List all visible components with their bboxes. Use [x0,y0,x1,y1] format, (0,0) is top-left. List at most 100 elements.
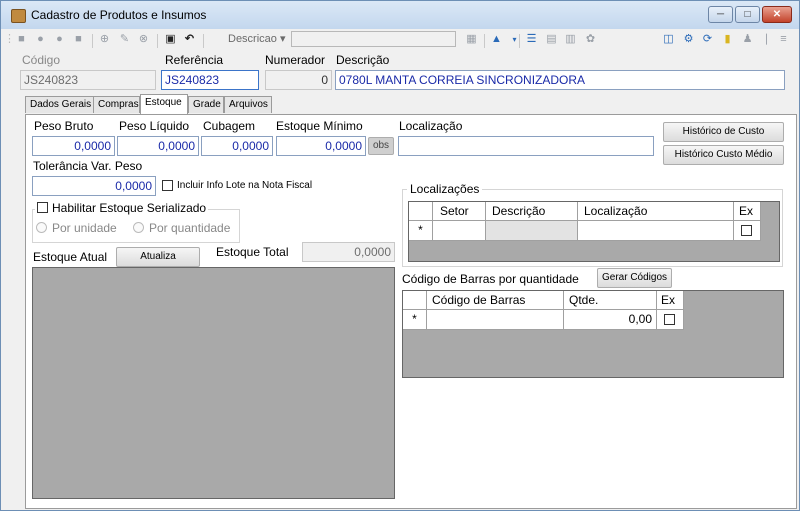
descricao-cell [486,221,578,241]
ex-checkbox[interactable] [741,225,752,236]
descricao-label: Descrição [336,53,390,67]
minimize-button[interactable]: ─ [708,6,733,23]
tab-dados-gerais[interactable]: Dados Gerais [25,96,94,113]
estoque-atual-grid [32,267,395,499]
peso-bruto-label: Peso Bruto [34,119,94,133]
localizacao-label: Localização [399,119,463,133]
tolerancia-label: Tolerância Var. Peso [33,159,143,173]
barcode-icon[interactable]: ▥ [564,33,577,46]
localizacoes-grid: Setor Descrição Localização Ex * [408,201,780,262]
column-header-descricao[interactable]: Descrição [486,202,578,221]
estoque-total-label: Estoque Total [216,245,289,259]
tab-arquivos[interactable]: Arquivos [224,96,272,113]
menu-icon[interactable]: ≡ [777,33,790,46]
toolbar-separator [484,34,485,48]
delete-icon[interactable]: ⊗ [137,33,150,46]
grid-corner [403,291,427,310]
incluir-lote-label: Incluir Info Lote na Nota Fiscal [177,180,313,191]
serializado-checkbox[interactable] [37,202,48,213]
localizacao-cell[interactable] [578,221,734,241]
localizacao-field[interactable] [398,136,654,156]
column-header-ex[interactable]: Ex [657,291,684,310]
setor-cell[interactable] [433,221,486,241]
settings-icon[interactable]: ⚙ [682,33,695,46]
historico-custo-medio-button[interactable]: Histórico Custo Médio [663,145,784,165]
estoque-minimo-label: Estoque Mínimo [276,119,363,133]
close-button[interactable]: ✕ [762,6,792,23]
toolbar-separator [519,34,520,48]
column-header-localizacao[interactable]: Localização [578,202,734,221]
descricao-field[interactable]: 0780L MANTA CORREIA SINCRONIZADORA [335,70,785,90]
refresh-icon[interactable]: ⟳ [701,33,714,46]
help-icon[interactable]: ❘ [760,33,773,46]
tab-estoque[interactable]: Estoque [140,94,188,114]
row-marker: * [403,310,427,330]
app-box-icon [11,9,26,23]
column-header-qtde[interactable]: Qtde. [564,291,657,310]
codigo-barras-cell[interactable] [427,310,564,330]
codigo-label: Código [22,53,61,67]
por-quantidade-radio[interactable] [133,222,144,233]
next-record-icon[interactable]: ● [53,33,66,46]
edit-icon[interactable]: ✎ [118,33,131,46]
toolbar-separator [157,34,158,48]
ex-checkbox[interactable] [664,314,675,325]
row-marker: * [409,221,433,241]
qtde-cell[interactable]: 0,00 [564,310,657,330]
peso-liquido-label: Peso Líquido [119,119,190,133]
toolbar: ⋮ ■ ● ● ■ ⊕ ✎ ⊗ ▣ ↶ Descricao ▾ ▦ ▲ ▾ ☰ … [1,29,799,51]
list-icon[interactable]: ☰ [525,33,538,46]
ex-cell[interactable] [734,221,761,241]
column-header-codigo-barras[interactable]: Código de Barras [427,291,564,310]
toolbar-separator [92,34,93,48]
title-bar: Cadastro de Produtos e Insumos ─ □ ✕ [1,1,799,29]
window-title: Cadastro de Produtos e Insumos [31,8,207,22]
save-icon[interactable]: ▣ [164,33,177,46]
column-header-ex[interactable]: Ex [734,202,761,221]
user-icon[interactable]: ♟ [741,33,754,46]
incluir-lote-checkbox[interactable] [162,180,173,191]
previous-record-icon[interactable]: ● [34,33,47,46]
atualiza-button[interactable]: Atualiza [116,247,200,267]
numerador-label: Numerador [265,53,326,67]
search-input[interactable] [291,31,456,47]
chart-icon[interactable]: ▲ [490,33,503,46]
add-icon[interactable]: ⊕ [98,33,111,46]
estoque-minimo-field[interactable]: 0,0000 [276,136,366,156]
first-record-icon[interactable]: ■ [15,33,28,46]
por-unidade-label: Por unidade [52,221,117,235]
gerar-codigos-button[interactable]: Gerar Códigos [597,268,672,288]
undo-icon[interactable]: ↶ [183,33,196,46]
numerador-field: 0 [265,70,332,90]
localizacoes-title: Localizações [407,182,483,196]
main-window: Cadastro de Produtos e Insumos ─ □ ✕ ⋮ ■… [0,0,800,511]
report-icon[interactable]: ▦ [465,33,478,46]
obs-button[interactable]: obs [368,137,394,155]
por-unidade-radio[interactable] [36,222,47,233]
historico-custo-button[interactable]: Histórico de Custo [663,122,784,142]
filter-icon[interactable]: ▤ [545,33,558,46]
cubagem-label: Cubagem [203,119,256,133]
last-record-icon[interactable]: ■ [72,33,85,46]
tools-icon[interactable]: ✿ [584,33,597,46]
referencia-field[interactable]: JS240823 [161,70,259,90]
tab-grade[interactable]: Grade [188,96,224,113]
peso-liquido-field[interactable]: 0,0000 [117,136,199,156]
serializado-header: Habilitar Estoque Serializado [35,201,209,215]
peso-bruto-field[interactable]: 0,0000 [32,136,115,156]
tolerancia-field[interactable]: 0,0000 [32,176,156,196]
por-quantidade-label: Por quantidade [149,221,231,235]
toolbar-separator [203,34,204,48]
cubagem-field[interactable]: 0,0000 [201,136,273,156]
referencia-label: Referência [165,53,224,67]
note-icon[interactable]: ▮ [721,33,734,46]
tab-compras[interactable]: Compras [93,96,140,113]
serializado-label: Habilitar Estoque Serializado [52,201,207,215]
search-field-dropdown[interactable]: Descricao ▾ [228,32,285,47]
maximize-button[interactable]: □ [735,6,760,23]
codigo-field: JS240823 [20,70,156,90]
column-header-setor[interactable]: Setor [433,202,486,221]
window-icon[interactable]: ◫ [662,33,675,46]
codigo-barras-title: Código de Barras por quantidade [402,272,579,286]
ex-cell[interactable] [657,310,684,330]
